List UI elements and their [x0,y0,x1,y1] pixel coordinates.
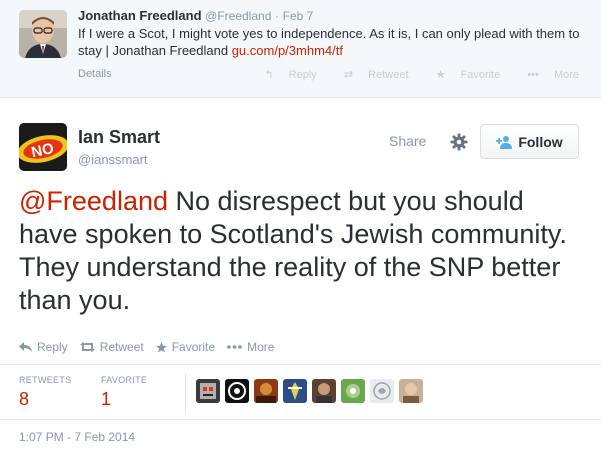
retweet-icon: ⇄ [343,69,354,81]
reply-action[interactable]: Reply [19,340,68,354]
share-button[interactable]: Share [389,133,426,149]
favorite-action[interactable]: Favorite [155,340,216,354]
more-dots-icon [227,345,242,349]
author-name[interactable]: Ian Smart [78,127,160,148]
retweet-icon [79,342,95,352]
retweets-count: 8 [19,389,30,409]
parent-reply-label: Reply [288,69,317,81]
author-handle[interactable]: @ianssmart [78,152,148,167]
parent-author-name[interactable]: Jonathan Freedland [78,8,202,23]
favorites-count: 1 [101,389,112,409]
retweets-stat[interactable]: RETWEETS 8 [19,375,71,410]
favorites-stat[interactable]: FAVORITE 1 [101,375,147,410]
separator-dot: · [275,9,279,23]
details-link[interactable]: Details [78,68,112,80]
retweets-label: RETWEETS [19,375,72,385]
retweeter-avatar[interactable] [341,379,365,403]
retweeter-avatar[interactable] [283,379,307,403]
retweeter-avatar[interactable] [196,379,220,403]
parent-favorite-label: Favorite [460,69,501,81]
retweeter-avatar[interactable] [225,379,249,403]
parent-more-label: More [553,69,579,81]
star-icon [155,341,167,352]
parent-retweet-action[interactable]: ⇄ Retweet [332,69,409,81]
follow-button[interactable]: Follow [480,124,579,159]
favorite-label: Favorite [171,340,216,354]
parent-favorite-action[interactable]: ★ Favorite [424,69,501,81]
tweet-timestamp[interactable]: 1:07 PM - 7 Feb 2014 [19,430,135,444]
more-action[interactable]: More [227,340,274,354]
retweeter-avatar[interactable] [254,379,278,403]
tweet-stats: RETWEETS 8 FAVORITE 1 [0,364,601,420]
parent-tweet-link[interactable]: gu.com/p/3mhm4/tf [232,43,343,58]
ian-smart-avatar[interactable]: NO [19,123,67,171]
more-label: More [247,340,275,354]
tweet-actions: Reply Retweet Favorite More [19,340,286,354]
more-dots-icon: ••• [527,69,539,81]
retweet-action[interactable]: Retweet [79,340,144,354]
parent-tweet[interactable]: Jonathan Freedland @Freedland · Feb 7 If… [0,0,601,98]
parent-tweet-text: If I were a Scot, I might vote yes to in… [78,25,588,59]
parent-more-action[interactable]: ••• More [515,69,579,81]
star-icon: ★ [435,69,446,81]
parent-reply-action[interactable]: ↰ Reply [252,69,316,81]
stats-divider [185,373,186,413]
parent-author-handle[interactable]: @Freedland [205,9,271,23]
retweeter-avatar[interactable] [370,379,394,403]
parent-tweet-actions: ↰ Reply ⇄ Retweet ★ Favorite ••• More [240,68,579,81]
parent-tweet-date[interactable]: Feb 7 [283,9,314,23]
gear-icon[interactable] [450,133,468,151]
parent-retweet-label: Retweet [368,69,409,81]
reply-icon [19,342,32,352]
reply-label: Reply [37,340,68,354]
retweeter-avatars [196,379,428,403]
retweeter-avatar[interactable] [399,379,423,403]
retweet-label: Retweet [99,340,144,354]
mention-link[interactable]: @Freedland [19,186,168,216]
favorites-label: FAVORITE [101,375,148,385]
reply-icon: ↰ [264,69,274,81]
jonathan-freedland-avatar[interactable] [19,10,67,58]
retweeter-avatar[interactable] [312,379,336,403]
tweet-text: @Freedland No disrespect but you should … [19,185,589,317]
add-user-icon [496,135,513,149]
follow-label: Follow [518,133,563,150]
